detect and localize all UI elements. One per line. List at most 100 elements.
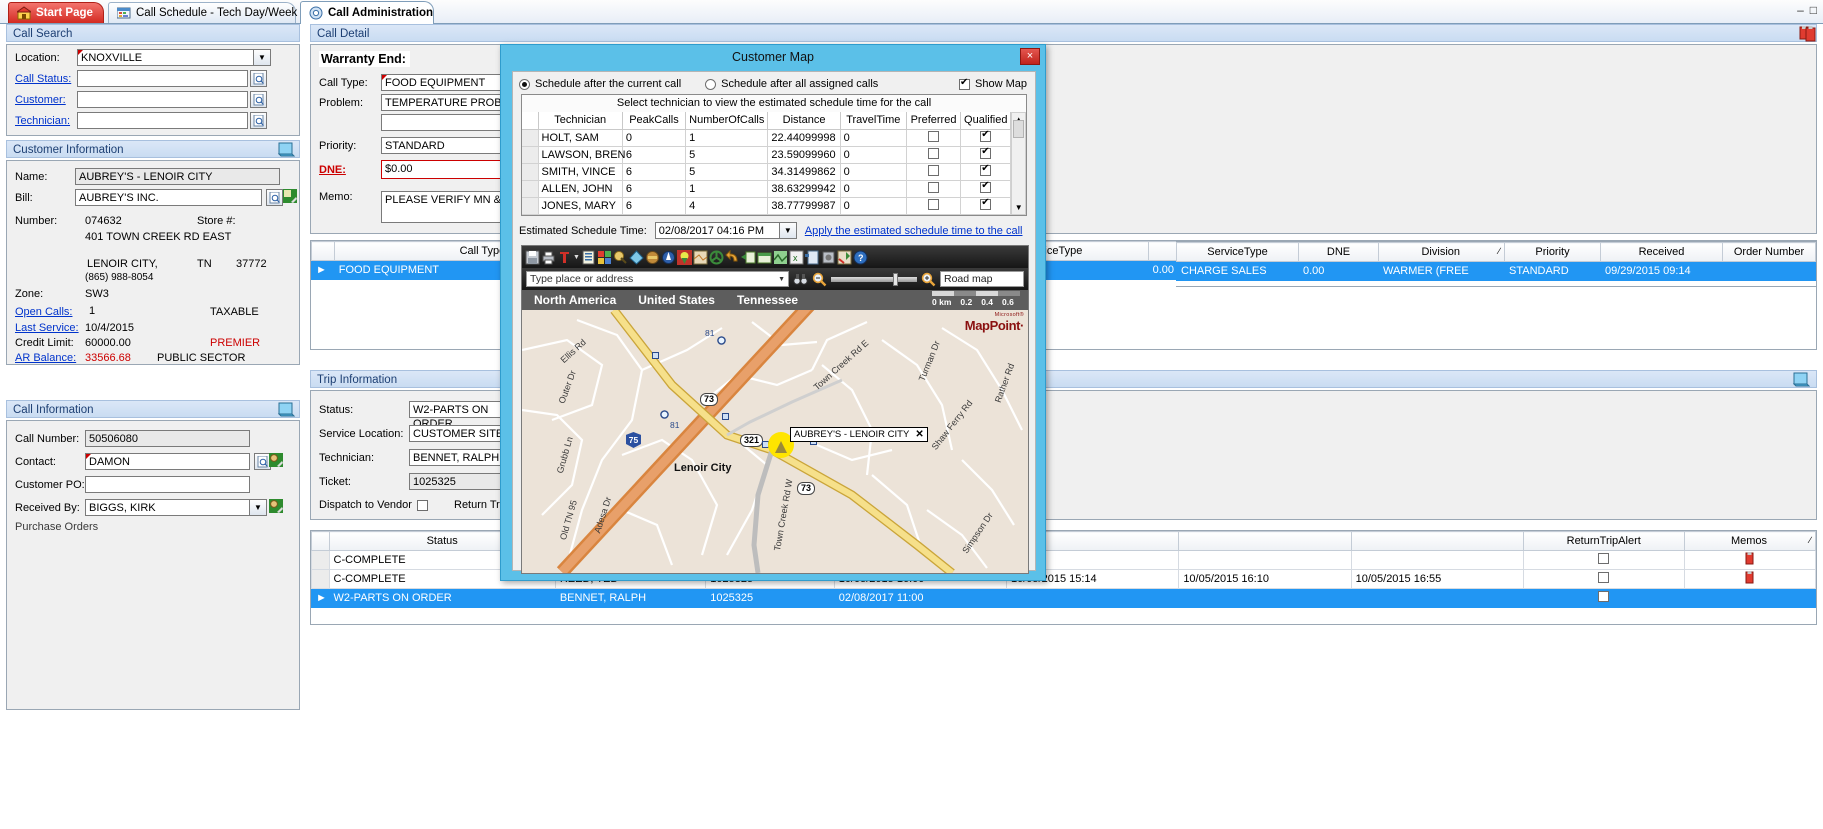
location-combo[interactable]: KNOXVILLE ▼ (77, 49, 271, 66)
tab-call-administration[interactable]: Call Administration (300, 1, 434, 24)
received-by-add-icon[interactable] (269, 499, 284, 514)
drive-icon[interactable] (709, 250, 724, 265)
technician-row[interactable]: SMITH, VINCE 6 5 34.31499862 0 (522, 162, 1012, 181)
cell-memos[interactable] (1683, 569, 1817, 589)
radio-button-icon[interactable] (519, 78, 530, 90)
zoom-slider[interactable] (831, 272, 917, 286)
col-division[interactable]: Division∕ (1378, 242, 1505, 262)
cell-preferred[interactable] (905, 162, 962, 181)
technician-row[interactable]: ALLEN, JOHN 6 1 38.63299942 0 (522, 179, 1012, 198)
undo-icon[interactable] (725, 249, 740, 265)
technician-label[interactable]: Technician: (15, 115, 77, 127)
col-completed[interactable] (1350, 531, 1524, 551)
call-status-label[interactable]: Call Status: (15, 73, 77, 85)
breadcrumb-country[interactable]: United States (638, 293, 715, 307)
technician-row[interactable]: JONES, MARY 6 4 38.77799987 0 (522, 196, 1012, 216)
cell-preferred[interactable] (905, 128, 962, 147)
dne-label[interactable]: DNE: (319, 164, 381, 176)
print-icon[interactable] (541, 250, 556, 265)
col-priority[interactable]: Priority (1504, 242, 1601, 262)
location-input[interactable]: KNOXVILLE (77, 49, 254, 66)
lake-icon[interactable] (629, 249, 644, 265)
dne-input[interactable]: $0.00 (381, 160, 501, 179)
customer-map-callout[interactable]: AUBREY'S - LENOIR CITY ✕ (790, 427, 928, 442)
customer-label[interactable]: Customer: (15, 94, 77, 106)
qualified-checkbox[interactable] (980, 129, 992, 142)
qualified-checkbox[interactable] (980, 197, 992, 210)
cell-qualified[interactable] (960, 179, 1012, 198)
preferred-checkbox[interactable] (928, 147, 940, 159)
contact-input[interactable]: DAMON (85, 453, 250, 470)
radio-schedule-current[interactable]: Schedule after the current call (519, 78, 681, 90)
memo-icon[interactable] (1744, 571, 1755, 584)
gps-icon[interactable] (821, 250, 836, 265)
bill-edit-icon[interactable] (283, 189, 298, 204)
radius-icon[interactable] (661, 250, 676, 265)
terrain-icon[interactable] (773, 250, 788, 265)
col-memos[interactable]: Memos ∕ (1683, 531, 1817, 551)
cell-memos[interactable] (1683, 550, 1817, 570)
calls-grid-right-section[interactable]: ServiceType DNE Division ∕ Priority Recei… (1176, 241, 1817, 287)
return-trip-alert-checkbox[interactable] (1598, 591, 1610, 602)
map-mode-selector[interactable]: Road map (940, 271, 1024, 287)
show-map-toggle[interactable]: Show Map (959, 77, 1027, 90)
tab-call-schedule[interactable]: Call Schedule - Tech Day/Week View (108, 2, 325, 23)
zoom-in-icon[interactable] (921, 272, 936, 287)
call-status-input[interactable] (77, 70, 248, 87)
data-mapping-icon[interactable] (757, 250, 772, 265)
tab-start-page[interactable]: Start Page (8, 2, 104, 23)
open-calls-label[interactable]: Open Calls: (15, 306, 72, 318)
chevron-down-icon[interactable]: ▼ (254, 49, 271, 66)
qualified-checkbox[interactable] (980, 180, 992, 193)
cell-qualified[interactable] (960, 128, 1012, 147)
col-peak-calls[interactable]: PeakCalls (621, 112, 687, 130)
callout-close-icon[interactable]: ✕ (915, 429, 923, 440)
customer-name-input[interactable]: AUBREY'S - LENOIR CITY (75, 168, 280, 185)
import-data-icon[interactable] (740, 250, 756, 265)
received-by-input[interactable]: BIGGS, KIRK (85, 499, 250, 516)
close-icon[interactable]: × (1020, 48, 1040, 65)
map-canvas[interactable]: Ellis Rd Outer Dr Grubb Ln Old TN 95 Ade… (522, 310, 1028, 573)
received-by-combo[interactable]: BIGGS, KIRK ▼ (85, 499, 267, 516)
place-search-input[interactable]: Type place or address ▼ (526, 271, 789, 287)
show-map-checkbox[interactable] (959, 77, 971, 90)
dispatch-to-vendor-checkbox[interactable] (417, 499, 428, 511)
scroll-down-icon[interactable]: ▼ (1015, 201, 1023, 214)
technician-row[interactable]: HOLT, SAM 0 1 22.44099998 0 (522, 128, 1012, 147)
call-note-icon[interactable] (277, 402, 296, 421)
customer-lookup-icon[interactable] (250, 91, 267, 108)
apply-schedule-link[interactable]: Apply the estimated schedule time to the… (805, 225, 1023, 237)
cell-qualified[interactable] (960, 162, 1012, 181)
table-row[interactable]: ► W2-PARTS ON ORDER BENNET, RALPH 102532… (311, 588, 1817, 608)
memo-icon[interactable] (1744, 552, 1755, 565)
excel-export-icon[interactable]: x (789, 250, 804, 265)
customer-po-input[interactable] (85, 476, 250, 493)
technician-lookup-icon[interactable] (250, 112, 267, 129)
cell-preferred[interactable] (905, 145, 962, 164)
preferred-checkbox[interactable] (928, 164, 940, 176)
find-binoculars-icon[interactable] (793, 272, 808, 287)
cell-return-trip-alert[interactable] (1522, 569, 1685, 589)
cell-return-trip-alert[interactable] (1522, 550, 1685, 570)
col-started[interactable] (1178, 531, 1352, 551)
bill-lookup-icon[interactable] (266, 189, 283, 206)
qualified-checkbox[interactable] (980, 163, 992, 176)
legend-icon[interactable] (581, 250, 596, 265)
chevron-down-icon[interactable]: ▼ (779, 222, 797, 239)
cell-qualified[interactable] (960, 145, 1012, 164)
col-qualified[interactable]: Qualified (960, 112, 1012, 130)
col-preferred[interactable]: Preferred (905, 112, 962, 130)
route-planner-icon[interactable] (804, 250, 820, 265)
zoom-slider-knob[interactable] (893, 272, 898, 286)
cell-memos[interactable] (1683, 588, 1817, 608)
technician-row[interactable]: LAWSON, BREN 6 5 23.59099960 0 (522, 145, 1012, 164)
breadcrumb-state[interactable]: Tennessee (737, 293, 798, 307)
customer-input[interactable] (77, 91, 248, 108)
cell-qualified[interactable] (960, 196, 1012, 216)
estimated-schedule-combo[interactable]: 02/08/2017 04:16 PM ▼ (654, 222, 797, 239)
estimated-schedule-input[interactable]: 02/08/2017 04:16 PM (654, 222, 780, 239)
map-thumbnail-icon[interactable] (693, 250, 708, 265)
radio-button-icon[interactable] (705, 78, 717, 90)
preferred-checkbox[interactable] (928, 198, 940, 210)
return-trip-alert-checkbox[interactable] (1598, 572, 1610, 583)
